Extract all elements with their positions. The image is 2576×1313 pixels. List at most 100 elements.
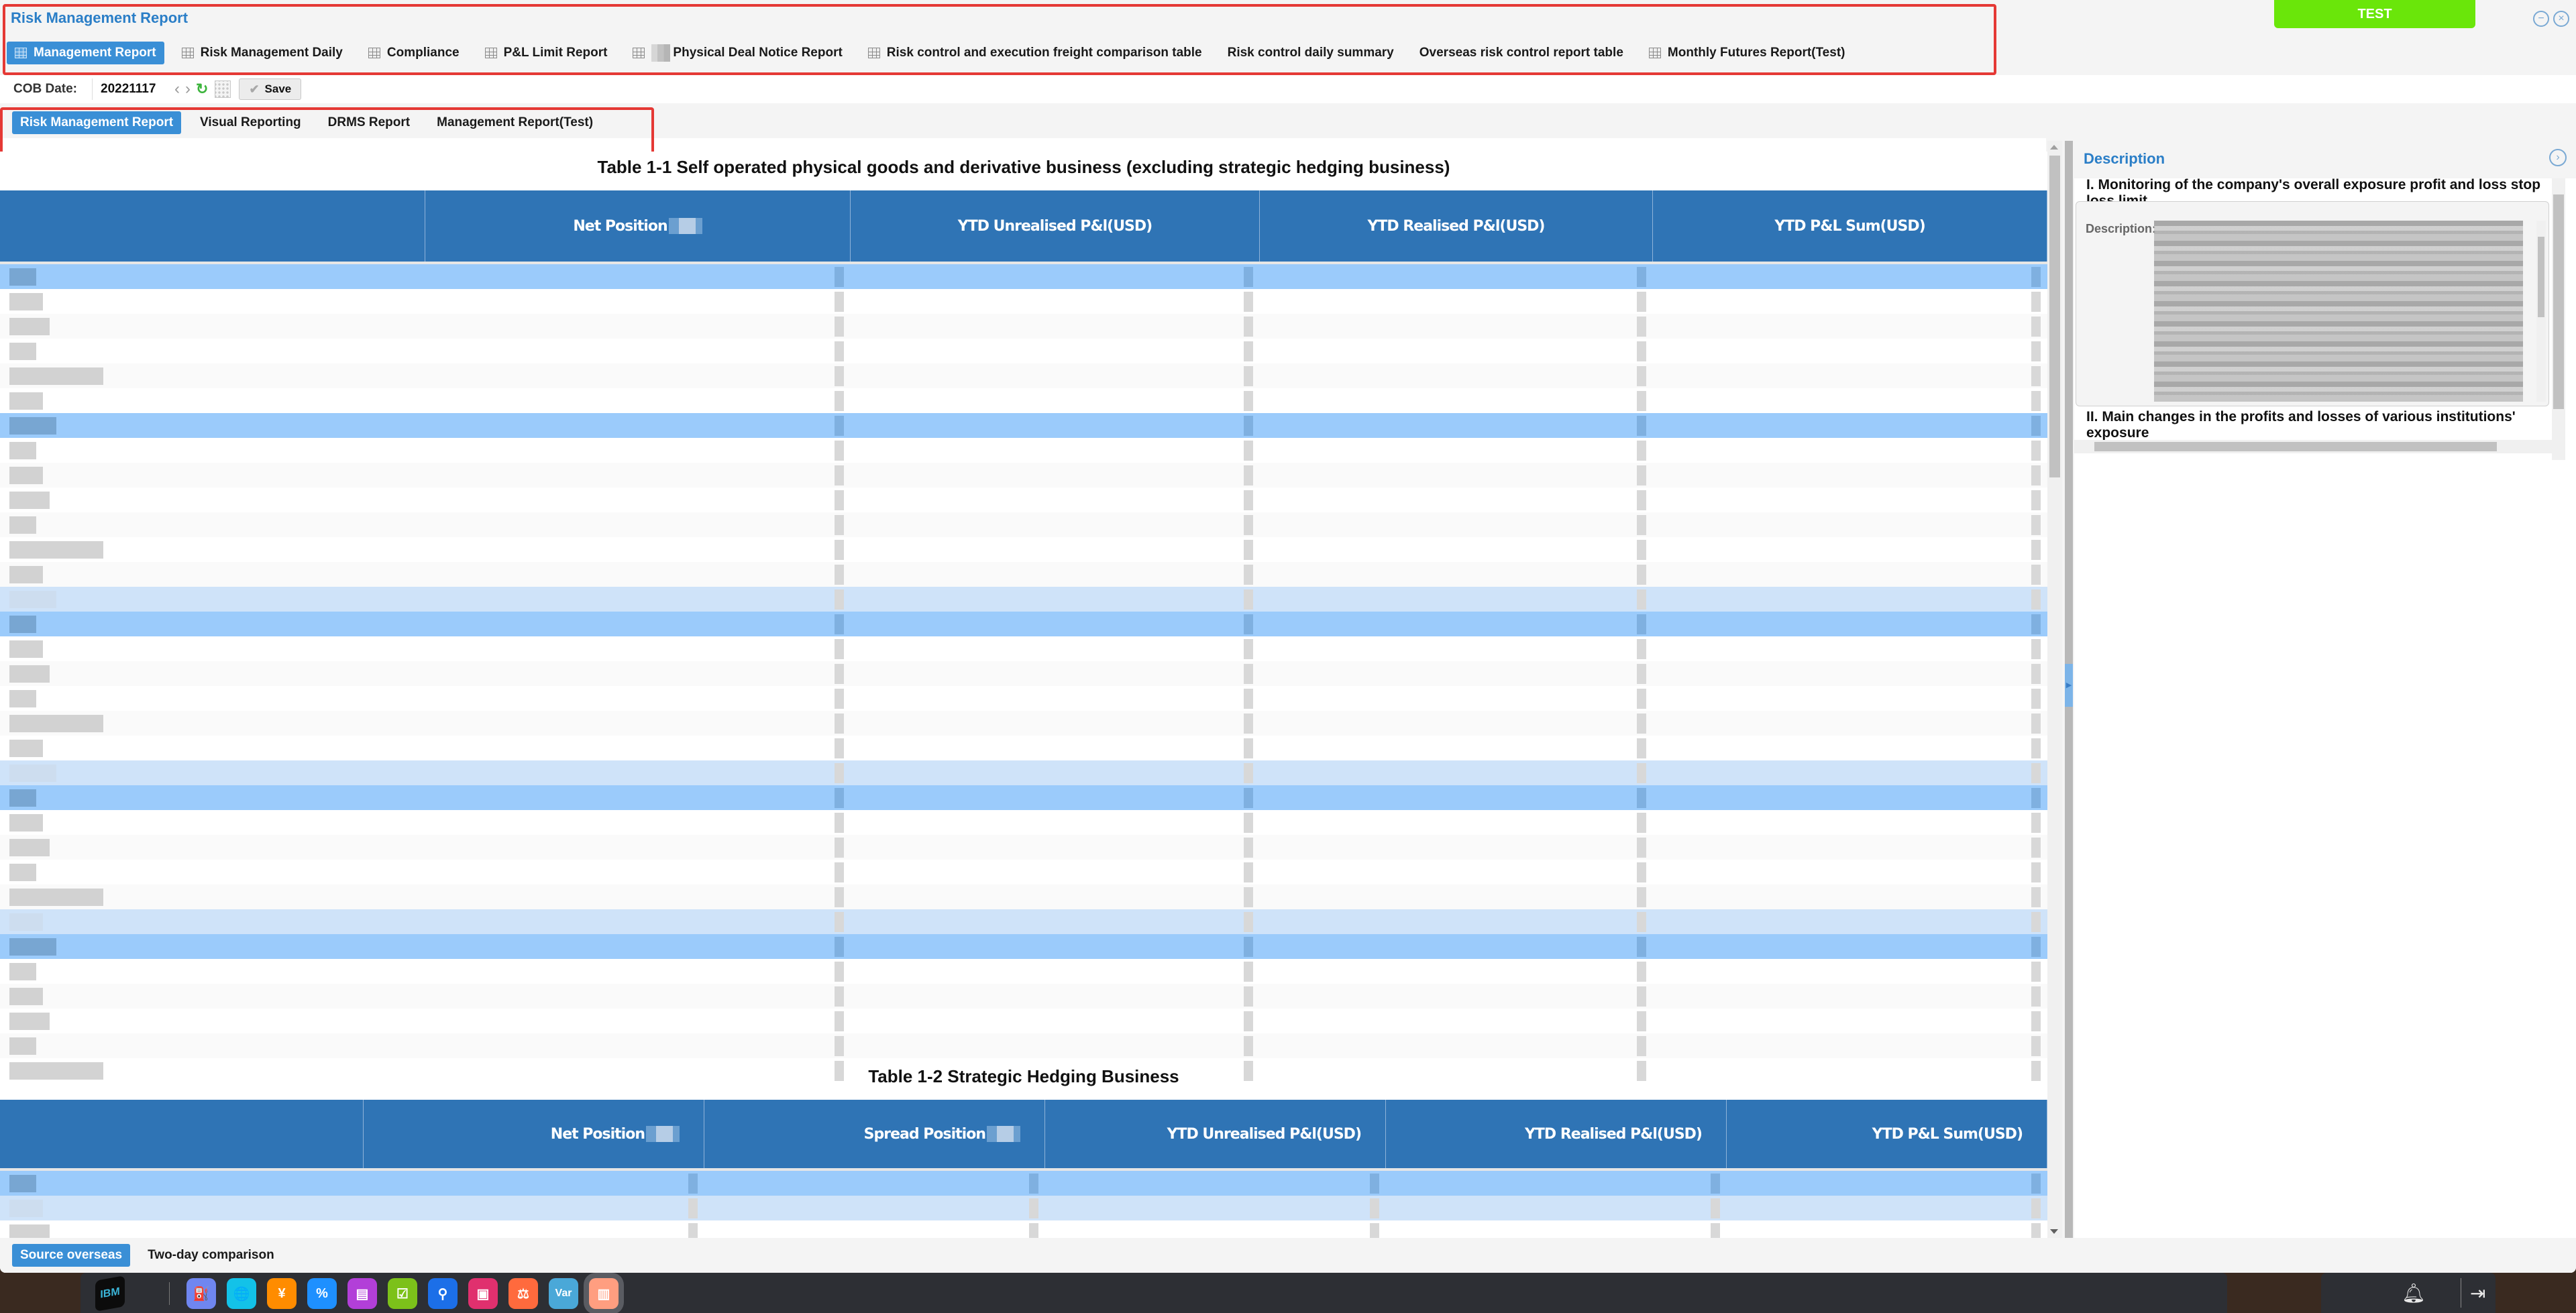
close-icon[interactable]: × [2553,11,2569,27]
tab-p-l-limit-report[interactable]: P&L Limit Report [477,42,616,64]
description-horizontal-scrollbar[interactable] [2074,440,2552,453]
subtab-management-report-test[interactable]: Management Report(Test) [429,111,601,134]
column-header[interactable]: YTD P&L Sum(USD) [1727,1100,2047,1168]
table-group-row[interactable] [0,760,2047,785]
previous-date-icon[interactable]: ‹ [174,80,180,99]
table-row[interactable] [0,984,2047,1009]
report-app-icon[interactable]: ▥ [589,1278,619,1309]
subtab-drms-report[interactable]: DRMS Report [320,111,418,134]
description-field-value-redacted[interactable] [2154,221,2523,402]
splitter-toggle-icon[interactable]: ▶ [2065,664,2073,707]
briefcase-app-icon[interactable]: ▣ [468,1278,498,1309]
table-row[interactable] [0,860,2047,884]
table-row[interactable] [0,636,2047,661]
checklist-app-icon[interactable]: ☑ [388,1278,417,1309]
table-row[interactable] [0,1033,2047,1058]
table-group-row[interactable] [0,1171,2047,1196]
table-row[interactable] [0,1220,2047,1238]
table-group-row[interactable] [0,264,2047,289]
description-horizontal-scroll-thumb[interactable] [2094,442,2497,451]
description-field-scrollbar[interactable] [2536,221,2546,402]
column-header[interactable]: Net Position [364,1100,704,1168]
table-row[interactable] [0,959,2047,984]
save-button[interactable]: ✔ Save [239,78,302,100]
table-group-row[interactable] [0,612,2047,636]
column-header[interactable] [0,1100,364,1168]
table-row[interactable] [0,835,2047,860]
var-app-icon[interactable]: Var [549,1278,578,1309]
table-group-row[interactable] [0,587,2047,612]
logout-icon[interactable]: ⇥ [2470,1282,2485,1304]
scrollbar-thumb[interactable] [2049,156,2060,477]
cob-date-input[interactable]: 20221117 [101,82,174,97]
column-header-label: YTD Unrealised P&l(USD) [957,217,1152,235]
column-header[interactable]: YTD Unrealised P&l(USD) [1045,1100,1386,1168]
table-row[interactable] [0,736,2047,760]
tab-physical-deal-notice-report[interactable]: Physical Deal Notice Report [625,42,850,64]
column-header[interactable]: YTD Realised P&l(USD) [1260,190,1653,262]
bottom-tab-two-day-comparison[interactable]: Two-day comparison [140,1244,282,1267]
minimize-icon[interactable]: − [2533,11,2549,27]
column-header[interactable] [0,190,425,262]
column-header[interactable]: YTD Unrealised P&l(USD) [851,190,1260,262]
description-vertical-scroll-thumb[interactable] [2553,194,2564,409]
table-row[interactable] [0,438,2047,463]
scroll-down-icon[interactable] [2050,1229,2058,1234]
tab-risk-control-daily-summary[interactable]: Risk control daily summary [1220,42,1402,64]
table-row[interactable] [0,388,2047,413]
table-row[interactable] [0,810,2047,835]
yen-app-icon[interactable]: ¥ [267,1278,297,1309]
column-header[interactable]: Net Position [425,190,851,262]
refresh-icon[interactable]: ↻ [196,80,208,98]
tab-risk-control-and-execution-freight-comparison-table[interactable]: Risk control and execution freight compa… [860,42,1210,64]
tab-compliance[interactable]: Compliance [360,42,468,64]
table-row[interactable] [0,463,2047,488]
globe-app-icon[interactable]: 🌐 [227,1278,256,1309]
ibm-logo[interactable]: IBM [95,1275,125,1312]
table-group-row[interactable] [0,934,2047,959]
scroll-up-icon[interactable] [2050,145,2058,150]
scale-app-icon[interactable]: ⚖ [508,1278,538,1309]
subtab-visual-reporting[interactable]: Visual Reporting [192,111,309,134]
bell-icon[interactable]: 🔔︎ [2402,1282,2426,1304]
table-group-row[interactable] [0,785,2047,810]
column-header[interactable]: YTD P&L Sum(USD) [1653,190,2047,262]
table-group-row[interactable] [0,1196,2047,1220]
table-row[interactable] [0,537,2047,562]
tab-overseas-risk-control-report-table[interactable]: Overseas risk control report table [1411,42,1631,64]
table-row[interactable] [0,661,2047,686]
table-row[interactable] [0,562,2047,587]
calendar-icon[interactable] [215,80,231,98]
table-row[interactable] [0,686,2047,711]
bottom-tab-source-overseas[interactable]: Source overseas [12,1244,131,1267]
table-row[interactable] [0,314,2047,339]
redacted-value [1029,1174,1038,1194]
tab-monthly-futures-report-test[interactable]: Monthly Futures Report(Test) [1641,42,1854,64]
table-row[interactable] [0,1009,2047,1033]
document-app-icon[interactable]: ▤ [347,1278,377,1309]
table-row[interactable] [0,884,2047,909]
column-header[interactable]: YTD Realised P&l(USD) [1386,1100,1727,1168]
description-vertical-scrollbar[interactable] [2552,178,2565,460]
content-scrollbar[interactable] [2047,141,2062,1238]
table-group-row[interactable] [0,413,2047,438]
table-row[interactable] [0,711,2047,736]
panel-splitter[interactable]: ▶ [2065,141,2073,1238]
table-row[interactable] [0,363,2047,388]
column-header[interactable]: Spread Position [704,1100,1045,1168]
percent-chart-app-icon[interactable]: % [307,1278,337,1309]
stamp-app-icon[interactable]: ⚲ [428,1278,458,1309]
chevron-right-circle-icon[interactable]: › [2549,149,2567,166]
table-group-row[interactable] [0,909,2047,934]
table-row[interactable] [0,339,2047,363]
row-label-cell [0,587,425,612]
table-row[interactable] [0,289,2047,314]
description-field-scroll-thumb[interactable] [2538,237,2544,317]
tab-risk-management-daily[interactable]: Risk Management Daily [174,42,351,64]
table-row[interactable] [0,512,2047,537]
oil-pump-app-icon[interactable]: ⛽ [186,1278,216,1309]
next-date-icon[interactable]: › [185,80,191,99]
tab-management-report[interactable]: Management Report [7,42,164,64]
subtab-risk-management-report[interactable]: Risk Management Report [12,111,182,134]
table-row[interactable] [0,488,2047,512]
